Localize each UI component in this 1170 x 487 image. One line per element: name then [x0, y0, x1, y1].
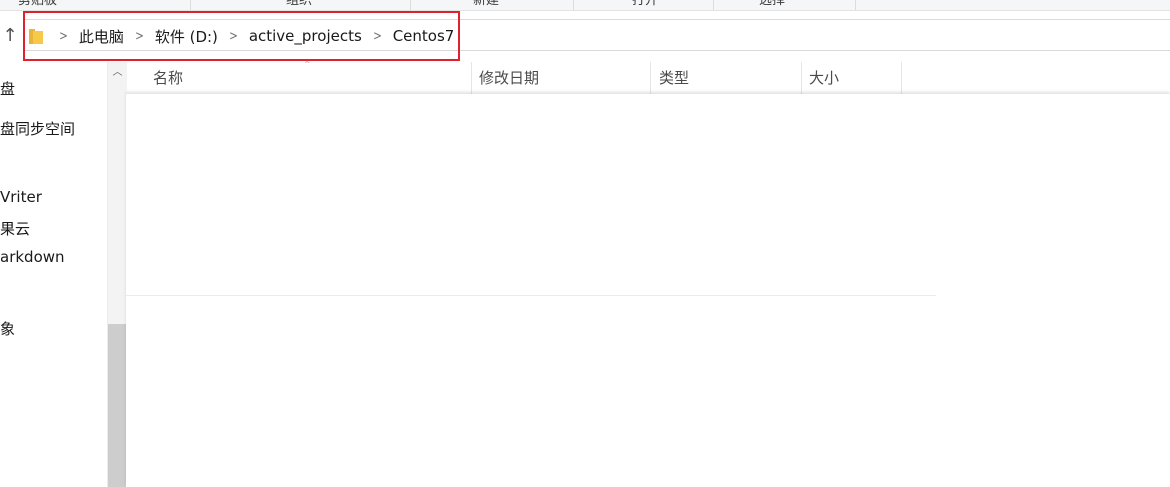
sidebar-item-writer[interactable]: Vriter: [0, 188, 42, 206]
crumb-active-projects[interactable]: active_projects: [249, 27, 362, 45]
sidebar-item-3d-objects[interactable]: 象: [0, 318, 15, 339]
chevron-right-icon[interactable]: >: [229, 29, 238, 44]
crumb-drive-d[interactable]: 软件 (D:): [155, 26, 218, 47]
chevron-right-icon[interactable]: >: [59, 29, 68, 44]
chevron-up-icon[interactable]: ︿: [108, 64, 127, 82]
ribbon-group-open[interactable]: 打开: [574, 0, 714, 10]
navigation-pane: 盘 盘同步空间 Vriter 果云 arkdown 象: [0, 62, 107, 487]
crumb-this-pc[interactable]: 此电脑: [79, 26, 124, 47]
ribbon-strip: 剪贴板 组织 新建 打开 选择: [0, 0, 1170, 11]
column-header-type[interactable]: 类型: [651, 62, 802, 94]
up-arrow-icon[interactable]: ↑: [0, 24, 20, 48]
column-header-modified[interactable]: 修改日期: [471, 62, 651, 94]
ribbon-group-clipboard[interactable]: 剪贴板: [0, 0, 191, 10]
navigation-scrollbar[interactable]: ︿: [107, 62, 127, 487]
ribbon-group-select[interactable]: 选择: [714, 0, 856, 10]
sidebar-item-jianguoyun[interactable]: 果云: [0, 218, 30, 239]
folder-icon: [28, 27, 44, 45]
sidebar-item-sync-space[interactable]: 盘同步空间: [0, 118, 75, 139]
file-list[interactable]: [126, 94, 1170, 487]
chevron-right-icon[interactable]: >: [373, 29, 382, 44]
column-header-name[interactable]: 名称: [145, 62, 472, 94]
crumb-centos7[interactable]: Centos7: [393, 27, 455, 45]
sidebar-item-markdown[interactable]: arkdown: [0, 248, 65, 266]
ribbon-group-new[interactable]: 新建: [411, 0, 574, 10]
column-header-size[interactable]: 大小: [801, 62, 902, 94]
sidebar-item-drive[interactable]: 盘: [0, 78, 15, 99]
breadcrumb: > 此电脑 > 软件 (D:) > active_projects > Cent…: [28, 22, 454, 50]
ribbon-group-organize[interactable]: 组织: [191, 0, 411, 10]
divider: [126, 295, 936, 296]
scrollbar-thumb[interactable]: [108, 324, 127, 487]
chevron-right-icon[interactable]: >: [135, 29, 144, 44]
